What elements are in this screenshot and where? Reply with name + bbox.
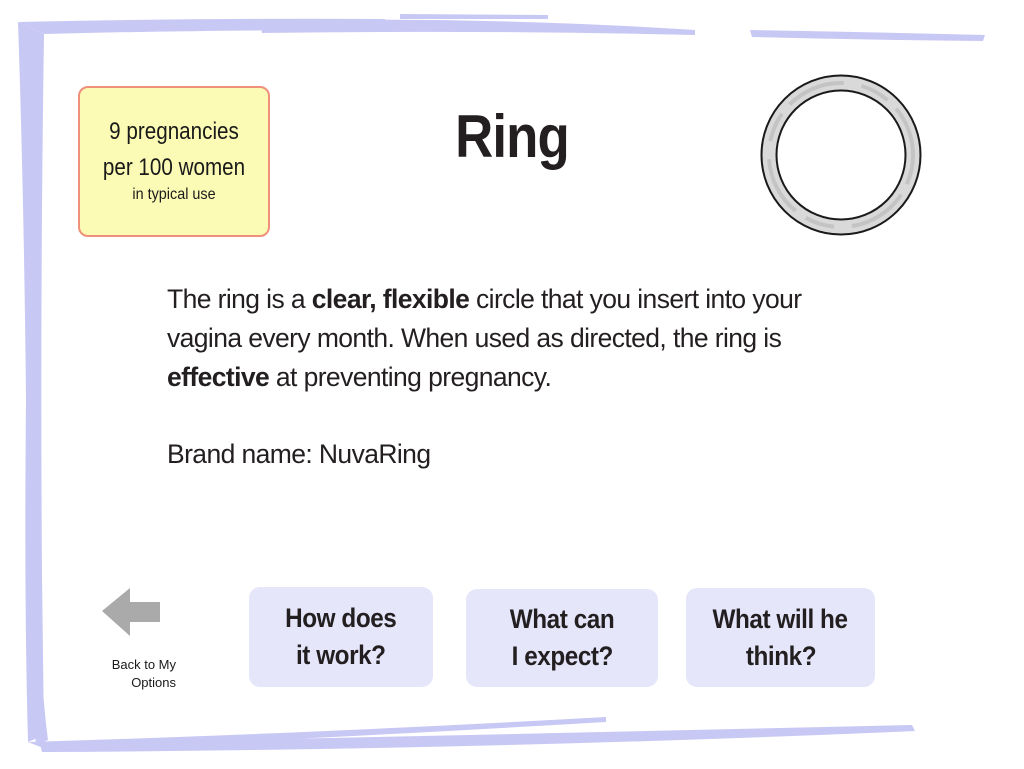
back-to-options-button[interactable]: Back to My Options xyxy=(96,586,180,696)
description-text: at preventing pregnancy. xyxy=(269,362,552,392)
what-can-i-expect-button[interactable]: What can I expect? xyxy=(466,589,658,687)
efficacy-qualifier: in typical use xyxy=(132,186,216,203)
efficacy-denominator: per 100 women xyxy=(102,154,246,181)
description-emphasis-clear-flexible: clear, flexible xyxy=(311,284,470,314)
efficacy-callout: 9 pregnancies per 100 women in typical u… xyxy=(78,86,270,237)
slide: 9 pregnancies per 100 women in typical u… xyxy=(0,0,1024,769)
how-does-it-work-button[interactable]: How does it work? xyxy=(249,587,433,687)
description-emphasis-effective: effective xyxy=(167,362,270,392)
brand-name: Brand name: NuvaRing xyxy=(167,439,431,469)
button-label-line2: I expect? xyxy=(511,641,613,671)
page-title: Ring xyxy=(455,103,570,170)
button-label-line1: What can xyxy=(509,604,615,634)
left-arrow-icon xyxy=(102,588,160,636)
ring-illustration xyxy=(760,74,922,236)
efficacy-count: 9 pregnancies xyxy=(109,118,239,145)
back-label-line1: Back to My xyxy=(111,657,176,672)
what-will-he-think-button[interactable]: What will he think? xyxy=(686,588,875,687)
description-text: The ring is a xyxy=(167,284,312,314)
button-label-line2: it work? xyxy=(296,640,386,670)
button-label-line1: What will he xyxy=(712,603,848,634)
ring-description: The ring is a clear, flexible circle tha… xyxy=(167,280,867,397)
button-label-line1: How does xyxy=(285,603,397,633)
back-label: Back to My Options xyxy=(96,656,176,692)
button-label-line2: think? xyxy=(745,640,816,671)
back-label-line2: Options xyxy=(131,675,176,690)
